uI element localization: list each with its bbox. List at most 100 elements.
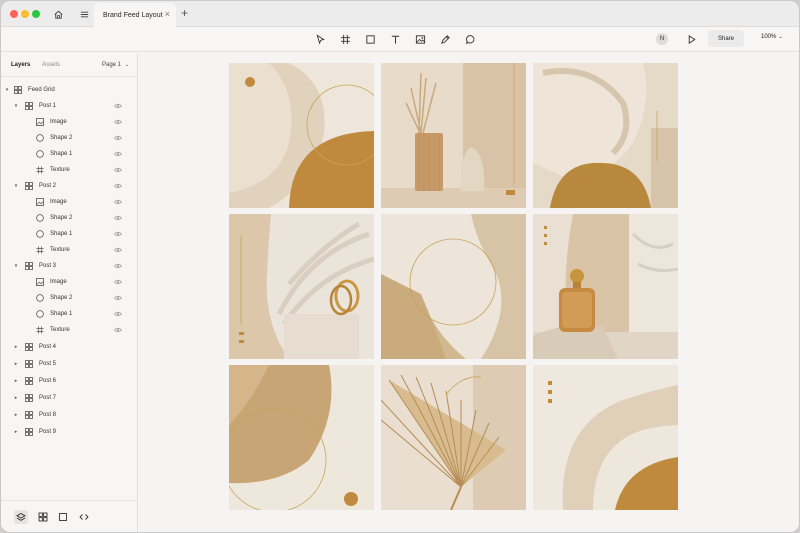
caret-right-icon[interactable]: ▸ — [13, 429, 19, 435]
post-6-tile[interactable] — [533, 214, 678, 359]
eye-icon[interactable] — [114, 247, 122, 253]
grid-icon — [25, 343, 33, 351]
play-icon[interactable] — [684, 32, 698, 46]
caret-right-icon[interactable]: ▸ — [13, 395, 19, 401]
eye-icon[interactable] — [114, 279, 122, 285]
post-1-tile[interactable] — [229, 63, 374, 208]
caret-down-icon[interactable]: ▾ — [4, 87, 10, 93]
layer-texture[interactable]: Texture — [1, 243, 138, 257]
eye-icon[interactable] — [114, 327, 122, 333]
design-canvas[interactable] — [139, 53, 799, 532]
layer-image[interactable]: Image — [1, 275, 138, 289]
layer-post-4[interactable]: ▸ Post 4 — [1, 340, 138, 354]
eye-icon[interactable] — [114, 119, 122, 125]
caret-right-icon[interactable]: ▸ — [13, 344, 19, 350]
page-selector[interactable]: Page 1 ⌄ — [102, 62, 129, 68]
layer-shape-2[interactable]: Shape 2 — [1, 291, 138, 305]
image-icon[interactable] — [413, 32, 427, 46]
grid-icon — [25, 411, 33, 419]
components-icon[interactable] — [36, 510, 50, 524]
layer-post-7[interactable]: ▸ Post 7 — [1, 391, 138, 405]
layer-post-9[interactable]: ▸ Post 9 — [1, 425, 138, 439]
post-8-tile[interactable] — [381, 365, 526, 510]
layer-label: Shape 1 — [50, 231, 73, 237]
zoom-selector[interactable]: 100% ⌄ — [761, 34, 783, 40]
layer-label: Post 7 — [39, 395, 57, 401]
layer-image[interactable]: Image — [1, 115, 138, 129]
eye-icon[interactable] — [114, 167, 122, 173]
layer-image[interactable]: Image — [1, 195, 138, 209]
minimize-window-button[interactable] — [21, 10, 29, 18]
layer-post-6[interactable]: ▸ Post 6 — [1, 374, 138, 388]
layer-label: Post 8 — [39, 412, 57, 418]
maximize-window-button[interactable] — [32, 10, 40, 18]
eye-icon[interactable] — [114, 311, 122, 317]
caret-down-icon[interactable]: ▾ — [13, 263, 19, 269]
post-7-tile[interactable] — [229, 365, 374, 510]
post-3-tile[interactable] — [533, 63, 678, 208]
close-window-button[interactable] — [10, 10, 18, 18]
tab-title: Brand Feed Layout — [103, 11, 163, 19]
frame-view-icon[interactable] — [56, 510, 70, 524]
rectangle-icon[interactable] — [363, 32, 377, 46]
post-2-tile[interactable] — [381, 63, 526, 208]
frame-icon[interactable] — [338, 32, 352, 46]
eye-icon[interactable] — [114, 151, 122, 157]
layer-post-2[interactable]: ▾ Post 2 — [1, 179, 138, 193]
grid-icon — [25, 360, 33, 368]
eye-icon[interactable] — [114, 103, 122, 109]
layer-shape-1[interactable]: Shape 1 — [1, 307, 138, 321]
comment-icon[interactable] — [463, 32, 477, 46]
code-icon[interactable] — [77, 510, 91, 524]
cursor-icon[interactable] — [313, 32, 327, 46]
layers-icon[interactable] — [14, 510, 28, 524]
menu-icon[interactable] — [77, 7, 91, 21]
layer-post-8[interactable]: ▸ Post 8 — [1, 408, 138, 422]
eye-icon[interactable] — [114, 215, 122, 221]
tab-layers[interactable]: Layers — [11, 62, 30, 68]
text-icon[interactable] — [388, 32, 402, 46]
eye-icon[interactable] — [114, 199, 122, 205]
layer-shape-1[interactable]: Shape 1 — [1, 147, 138, 161]
home-icon[interactable] — [51, 7, 65, 21]
layer-label: Post 2 — [39, 183, 57, 189]
caret-down-icon[interactable]: ▾ — [13, 103, 19, 109]
eye-icon[interactable] — [114, 183, 122, 189]
eye-icon[interactable] — [114, 263, 122, 269]
layer-texture[interactable]: Texture — [1, 323, 138, 337]
layer-post-5[interactable]: ▸ Post 5 — [1, 357, 138, 371]
layer-feed-grid[interactable]: ▾ Feed Grid — [1, 83, 138, 97]
layer-label: Image — [50, 279, 67, 285]
grid-icon — [25, 182, 33, 190]
ellipse-icon — [36, 294, 44, 302]
post-5-tile[interactable] — [381, 214, 526, 359]
layer-shape-1[interactable]: Shape 1 — [1, 227, 138, 241]
caret-right-icon[interactable]: ▸ — [13, 361, 19, 367]
post-4-artwork — [229, 214, 374, 359]
post-9-tile[interactable] — [533, 365, 678, 510]
layer-shape-2[interactable]: Shape 2 — [1, 131, 138, 145]
post-4-tile[interactable] — [229, 214, 374, 359]
eye-icon[interactable] — [114, 231, 122, 237]
pen-icon[interactable] — [438, 32, 452, 46]
grid-icon — [25, 394, 33, 402]
layer-post-3[interactable]: ▾ Post 3 — [1, 259, 138, 273]
tab-assets[interactable]: Assets — [42, 62, 60, 68]
avatar[interactable]: N — [656, 33, 668, 45]
texture-icon — [36, 246, 44, 254]
layer-texture[interactable]: Texture — [1, 163, 138, 177]
layer-label: Shape 1 — [50, 311, 73, 317]
caret-right-icon[interactable]: ▸ — [13, 412, 19, 418]
new-tab-button[interactable]: + — [181, 6, 188, 20]
share-button[interactable]: Share — [708, 30, 744, 47]
caret-right-icon[interactable]: ▸ — [13, 378, 19, 384]
layer-shape-2[interactable]: Shape 2 — [1, 211, 138, 225]
eye-icon[interactable] — [114, 135, 122, 141]
eye-icon[interactable] — [114, 295, 122, 301]
layer-label: Shape 1 — [50, 151, 73, 157]
post-7-artwork — [229, 365, 374, 510]
layer-post-1[interactable]: ▾ Post 1 — [1, 99, 138, 113]
tab-brand-feed-layout[interactable]: Brand Feed Layout × — [94, 3, 176, 27]
tab-close-button[interactable]: × — [165, 10, 170, 19]
caret-down-icon[interactable]: ▾ — [13, 183, 19, 189]
